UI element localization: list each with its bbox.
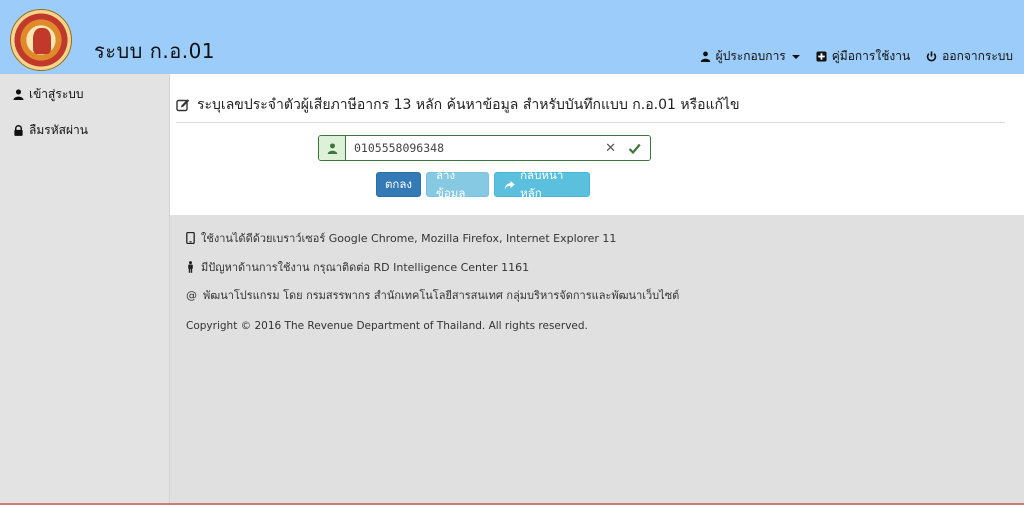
ok-button[interactable]: ตกลง <box>376 172 421 197</box>
lock-icon <box>14 124 23 136</box>
sidebar-item-forgot-password[interactable]: ลืมรหัสผ่าน <box>0 112 169 148</box>
developer-line: @ พัฒนาโปรแกรม โดย กรมสรรพากร สำนักเทคโน… <box>186 281 679 310</box>
share-arrow-icon <box>504 180 515 189</box>
browser-support-text: ใช้งานได้ดีด้วยเบราว์เซอร์ Google Chrome… <box>201 232 617 246</box>
operator-menu[interactable]: ผู้ประกอบการ <box>700 47 800 66</box>
support-contact-line: มีปัญหาด้านการใช้งาน กรุณาติดต่อ RD Inte… <box>186 253 679 282</box>
browser-support-line: ใช้งานได้ดีด้วยเบราว์เซอร์ Google Chrome… <box>186 224 679 253</box>
clear-input-icon[interactable]: ✕ <box>605 142 616 155</box>
footer-info: ใช้งานได้ดีด้วยเบราว์เซอร์ Google Chrome… <box>186 224 679 340</box>
user-icon <box>13 88 24 100</box>
tax-id-input-group: ✕ <box>318 135 651 161</box>
back-home-button[interactable]: กลับหน้าหลัก <box>494 168 590 200</box>
logout-link[interactable]: ออกจากระบบ <box>926 47 1013 66</box>
mobile-phone-icon <box>186 232 195 245</box>
developer-text: พัฒนาโปรแกรม โดย กรมสรรพากร สำนักเทคโนโล… <box>203 289 680 303</box>
sidebar-item-label: ลืมรหัสผ่าน <box>29 122 88 137</box>
revenue-department-logo <box>10 9 72 71</box>
caret-down-icon <box>791 54 800 59</box>
at-sign-icon: @ <box>186 288 197 302</box>
page-heading: ระบุเลขประจำตัวผู้เสียภาษีอากร 13 หลัก ค… <box>176 94 740 116</box>
ok-button-label: ตกลง <box>384 176 413 191</box>
operator-menu-label: ผู้ประกอบการ <box>715 49 786 63</box>
user-icon <box>327 142 337 154</box>
main-panel: ระบุเลขประจำตัวผู้เสียภาษีอากร 13 หลัก ค… <box>170 74 1024 215</box>
person-icon <box>188 260 193 273</box>
page-heading-text: ระบุเลขประจำตัวผู้เสียภาษีอากร 13 หลัก ค… <box>197 97 740 113</box>
manual-link-label: คู่มือการใช้งาน <box>831 49 911 63</box>
copyright: Copyright © 2016 The Revenue Department … <box>186 319 588 332</box>
top-navigation: ผู้ประกอบการ คู่มือการใช้งาน ออกจากระบบ <box>700 47 1024 66</box>
back-home-button-label: กลับหน้าหลัก <box>520 167 564 200</box>
clear-data-button-label: ล้างข้อมูล <box>436 167 466 200</box>
clear-data-button[interactable]: ล้างข้อมูล <box>426 168 489 200</box>
logout-link-label: ออกจากระบบ <box>942 49 1013 63</box>
input-addon <box>319 136 346 160</box>
plus-square-icon <box>816 51 827 62</box>
sidebar: เข้าสู่ระบบ ลืมรหัสผ่าน <box>0 74 170 505</box>
app-title: ระบบ ก.อ.01 <box>94 39 216 63</box>
divider <box>176 122 1005 123</box>
action-buttons: ตกลง ล้างข้อมูล กลับหน้าหลัก <box>376 168 595 200</box>
power-icon <box>926 51 937 62</box>
support-contact-text: มีปัญหาด้านการใช้งาน กรุณาติดต่อ RD Inte… <box>201 260 530 274</box>
header-bar: ระบบ ก.อ.01 ผู้ประกอบการ คู่มือการใช้งาน… <box>0 0 1024 74</box>
manual-link[interactable]: คู่มือการใช้งาน <box>816 47 910 66</box>
check-icon <box>628 143 641 155</box>
sidebar-item-login[interactable]: เข้าสู่ระบบ <box>0 76 169 112</box>
sidebar-item-label: เข้าสู่ระบบ <box>29 86 84 101</box>
edit-icon <box>176 99 190 112</box>
user-icon <box>700 51 710 62</box>
